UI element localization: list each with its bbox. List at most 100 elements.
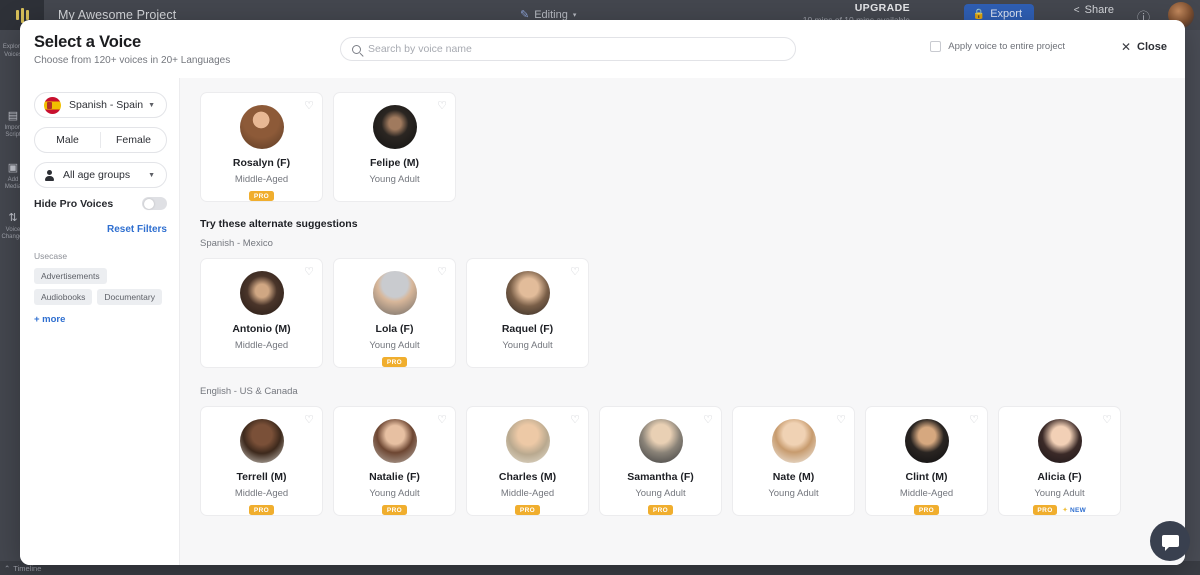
hide-pro-voices-toggle[interactable] [142,197,167,210]
modal-header: Select a Voice Choose from 120+ voices i… [20,20,1185,78]
voice-card[interactable]: ♡ Charles (M) Middle-Aged PRO [466,406,589,516]
export-label: Export [990,8,1022,20]
section-language-label: English - US & Canada [200,386,298,397]
heart-icon[interactable]: ♡ [437,101,447,112]
share-icon: < [1073,4,1080,16]
voice-card[interactable]: ♡ Lola (F) Young Adult PRO [333,258,456,368]
heart-icon[interactable]: ♡ [304,267,314,278]
search-input[interactable] [368,43,784,55]
voice-badges: PRO [382,505,407,515]
voice-badges: PRO [648,505,673,515]
section-language-label: Spanish - Mexico [200,238,273,249]
voice-card[interactable]: ♡ Alicia (F) Young Adult PRO ✦ NEW [998,406,1121,516]
close-icon: ✕ [1120,40,1132,54]
voice-card[interactable]: ♡ Felipe (M) Young Adult [333,92,456,202]
chat-bubble-icon [1161,535,1179,551]
heart-icon[interactable]: ♡ [836,415,846,426]
voice-name: Samantha (F) [627,471,694,483]
voice-avatar [1037,419,1082,463]
heart-icon[interactable]: ♡ [437,267,447,278]
voice-avatar [638,419,683,463]
voice-badges: PRO [249,191,274,201]
voice-age: Young Adult [502,340,553,351]
voice-name: Antonio (M) [232,323,291,335]
voice-content-area: ♡ Rosalyn (F) Middle-Aged PRO ♡ Felipe (… [180,78,1185,565]
share-button[interactable]: < Share [1074,4,1114,16]
pro-badge: PRO [249,505,274,515]
voice-avatar [505,419,550,463]
hide-pro-voices-label: Hide Pro Voices [34,197,114,210]
voice-name: Nate (M) [772,471,815,483]
voice-name: Charles (M) [498,471,557,483]
filter-sidebar: Spanish - Spain ▼ Male Female All age gr… [20,78,180,565]
voice-age: Middle-Aged [234,488,289,499]
language-value: Spanish - Spain [69,99,144,111]
usecase-more-link[interactable]: + more [34,314,167,325]
person-icon [44,169,55,181]
chat-widget-button[interactable] [1150,521,1190,561]
voice-avatar [771,419,816,463]
reset-filters-link[interactable]: Reset Filters [34,224,167,235]
apply-voice-checkbox[interactable] [930,41,942,52]
voice-badges: PRO [249,505,274,515]
close-label: Close [1137,41,1167,53]
voice-name: Terrell (M) [236,471,287,483]
voice-age: Middle-Aged [500,488,555,499]
language-select[interactable]: Spanish - Spain ▼ [34,92,167,118]
voice-card[interactable]: ♡ Raquel (F) Young Adult [466,258,589,368]
pro-badge: PRO [249,191,274,201]
voice-avatar [505,271,550,315]
hide-pro-voices-row: Hide Pro Voices [34,197,167,210]
voice-age: Young Adult [369,174,420,185]
chevron-down-icon: ▼ [148,101,155,109]
close-button[interactable]: ✕ Close [1121,40,1167,54]
apply-voice-toggle[interactable]: Apply voice to entire project [930,41,1065,52]
lock-icon: 🔒 [972,8,986,20]
search-box[interactable] [340,37,796,61]
voice-badges: PRO [914,505,939,515]
voice-name: Clint (M) [905,471,948,483]
rail-item-label: Import Script [4,124,22,139]
age-group-value: All age groups [63,169,131,181]
pro-badge: PRO [648,505,673,515]
voice-avatar [239,105,284,149]
pro-badge: PRO [1032,505,1058,515]
voice-avatar [904,419,949,463]
voice-card[interactable]: ♡ Clint (M) Middle-Aged PRO [865,406,988,516]
pro-badge: PRO [515,505,540,515]
primary-voice-grid: ♡ Rosalyn (F) Middle-Aged PRO ♡ Felipe (… [200,92,1169,202]
heart-icon[interactable]: ♡ [570,415,580,426]
voice-card[interactable]: ♡ Samantha (F) Young Adult PRO [599,406,722,516]
pro-badge: PRO [382,357,407,367]
page-title: Select a Voice [34,32,141,51]
age-group-select[interactable]: All age groups ▼ [34,162,167,188]
gender-option-female[interactable]: Female [101,128,166,152]
select-voice-modal: Select a Voice Choose from 120+ voices i… [20,20,1185,565]
heart-icon[interactable]: ♡ [304,415,314,426]
heart-icon[interactable]: ♡ [1102,415,1112,426]
voice-age: Young Adult [369,488,420,499]
search-icon [352,44,361,54]
heart-icon[interactable]: ♡ [304,101,314,112]
voice-card[interactable]: ♡ Terrell (M) Middle-Aged PRO [200,406,323,516]
voice-age: Middle-Aged [234,340,289,351]
voice-card[interactable]: ♡ Rosalyn (F) Middle-Aged PRO [200,92,323,202]
sparkle-icon: ✦ [1062,507,1069,514]
usecase-chip-list: Advertisements Audiobooks Documentary [34,268,167,305]
heart-icon[interactable]: ♡ [969,415,979,426]
chevron-down-icon: ▼ [148,171,155,179]
heart-icon[interactable]: ♡ [437,415,447,426]
voice-card[interactable]: ♡ Natalie (F) Young Adult PRO [333,406,456,516]
voice-age: Middle-Aged [234,174,289,185]
modal-body: Spanish - Spain ▼ Male Female All age gr… [20,78,1185,565]
usecase-chip[interactable]: Documentary [97,289,162,305]
voice-card[interactable]: ♡ Antonio (M) Middle-Aged [200,258,323,368]
usecase-chip[interactable]: Advertisements [34,268,107,284]
heart-icon[interactable]: ♡ [570,267,580,278]
heart-icon[interactable]: ♡ [703,415,713,426]
voice-badges: PRO ✦ NEW [1032,505,1086,515]
usecase-chip[interactable]: Audiobooks [34,289,93,305]
gender-option-male[interactable]: Male [35,128,100,152]
voice-avatar [372,419,417,463]
voice-card[interactable]: ♡ Nate (M) Young Adult [732,406,855,516]
